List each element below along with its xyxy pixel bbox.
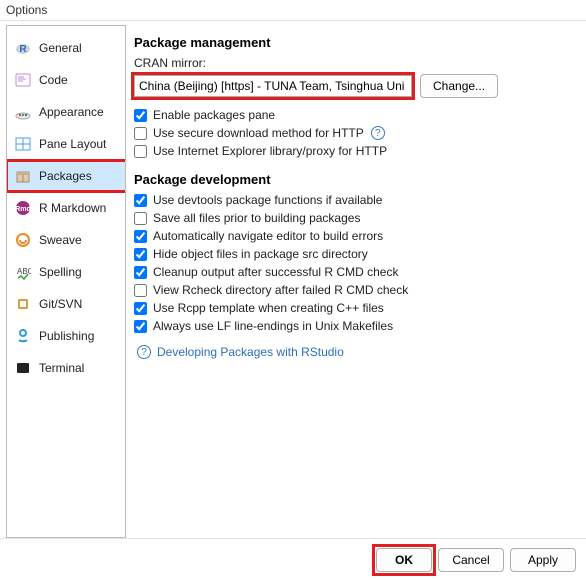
checkbox-input[interactable] — [134, 109, 147, 122]
palette-icon — [15, 104, 31, 120]
sidebar-item-packages[interactable]: Packages — [7, 160, 125, 192]
options-dialog: Options R General Code Appearance — [0, 0, 586, 580]
hide-object-files-checkbox[interactable]: Hide object files in package src directo… — [134, 247, 576, 261]
checkbox-input[interactable] — [134, 284, 147, 297]
enable-packages-pane-checkbox[interactable]: Enable packages pane — [134, 108, 576, 122]
checkbox-input[interactable] — [134, 320, 147, 333]
change-mirror-button[interactable]: Change... — [420, 74, 498, 98]
sidebar-item-label: Code — [39, 73, 68, 87]
sidebar-item-label: Publishing — [39, 329, 94, 343]
sidebar-item-label: R Markdown — [39, 201, 106, 215]
sidebar-item-label: Packages — [39, 169, 92, 183]
checkbox-label: Use Rcpp template when creating C++ file… — [153, 301, 384, 315]
terminal-icon — [15, 360, 31, 376]
sidebar-item-spelling[interactable]: ABC Spelling — [7, 256, 125, 288]
sidebar-item-label: General — [39, 41, 82, 55]
checkbox-input[interactable] — [134, 248, 147, 261]
help-icon[interactable]: ? — [371, 126, 385, 140]
sidebar-item-rmarkdown[interactable]: Rmd R Markdown — [7, 192, 125, 224]
dialog-body: R General Code Appearance P — [0, 21, 586, 538]
cran-mirror-input[interactable] — [134, 75, 412, 97]
checkbox-input[interactable] — [134, 302, 147, 315]
checkbox-label: Always use LF line-endings in Unix Makef… — [153, 319, 393, 333]
r-logo-icon: R — [15, 40, 31, 56]
git-icon — [15, 296, 31, 312]
checkbox-input[interactable] — [134, 145, 147, 158]
dialog-footer: OK Cancel Apply — [0, 538, 586, 580]
checkbox-input[interactable] — [134, 194, 147, 207]
sidebar-item-label: Git/SVN — [39, 297, 82, 311]
svg-text:R: R — [19, 44, 27, 55]
pkg-management-heading: Package management — [134, 35, 576, 50]
ok-button[interactable]: OK — [376, 548, 432, 572]
content-panel: Package management CRAN mirror: Change..… — [134, 25, 580, 538]
window-title: Options — [0, 0, 586, 21]
sweave-icon — [15, 232, 31, 248]
sidebar-item-label: Pane Layout — [39, 137, 106, 151]
dev-link-row: ? Developing Packages with RStudio — [134, 345, 576, 359]
cran-mirror-label: CRAN mirror: — [134, 56, 576, 70]
checkbox-label: Automatically navigate editor to build e… — [153, 229, 383, 243]
use-rcpp-template-checkbox[interactable]: Use Rcpp template when creating C++ file… — [134, 301, 576, 315]
spelling-icon: ABC — [15, 264, 31, 280]
ok-button-highlight: OK — [376, 548, 432, 572]
sidebar-item-code[interactable]: Code — [7, 64, 125, 96]
save-before-build-checkbox[interactable]: Save all files prior to building package… — [134, 211, 576, 225]
sidebar-item-general[interactable]: R General — [7, 32, 125, 64]
sidebar-item-label: Sweave — [39, 233, 82, 247]
auto-navigate-errors-checkbox[interactable]: Automatically navigate editor to build e… — [134, 229, 576, 243]
developing-packages-link[interactable]: Developing Packages with RStudio — [157, 345, 344, 359]
secure-download-checkbox[interactable]: Use secure download method for HTTP ? — [134, 126, 576, 140]
pkg-development-heading: Package development — [134, 172, 576, 187]
sidebar-item-appearance[interactable]: Appearance — [7, 96, 125, 128]
cran-mirror-row: Change... — [134, 74, 576, 98]
sidebar-item-pane-layout[interactable]: Pane Layout — [7, 128, 125, 160]
sidebar-item-git-svn[interactable]: Git/SVN — [7, 288, 125, 320]
checkbox-label: Save all files prior to building package… — [153, 211, 360, 225]
sidebar: R General Code Appearance P — [6, 25, 126, 538]
panes-icon — [15, 136, 31, 152]
sidebar-item-label: Spelling — [39, 265, 82, 279]
view-rcheck-dir-checkbox[interactable]: View Rcheck directory after failed R CMD… — [134, 283, 576, 297]
svg-text:Rmd: Rmd — [15, 206, 31, 213]
help-icon[interactable]: ? — [137, 345, 151, 359]
checkbox-label: Enable packages pane — [153, 108, 275, 122]
cran-mirror-highlight — [134, 75, 412, 97]
lf-line-endings-checkbox[interactable]: Always use LF line-endings in Unix Makef… — [134, 319, 576, 333]
sidebar-item-label: Terminal — [39, 361, 84, 375]
checkbox-input[interactable] — [134, 230, 147, 243]
checkbox-input[interactable] — [134, 266, 147, 279]
ie-proxy-checkbox[interactable]: Use Internet Explorer library/proxy for … — [134, 144, 576, 158]
apply-button[interactable]: Apply — [510, 548, 576, 572]
checkbox-input[interactable] — [134, 212, 147, 225]
checkbox-label: Use secure download method for HTTP — [153, 126, 364, 140]
cleanup-output-checkbox[interactable]: Cleanup output after successful R CMD ch… — [134, 265, 576, 279]
checkbox-input[interactable] — [134, 127, 147, 140]
cancel-button[interactable]: Cancel — [438, 548, 504, 572]
sidebar-item-sweave[interactable]: Sweave — [7, 224, 125, 256]
checkbox-label: Hide object files in package src directo… — [153, 247, 368, 261]
package-icon — [15, 168, 31, 184]
checkbox-label: View Rcheck directory after failed R CMD… — [153, 283, 408, 297]
svg-text:ABC: ABC — [17, 267, 31, 276]
checkbox-label: Use Internet Explorer library/proxy for … — [153, 144, 387, 158]
rmd-icon: Rmd — [15, 200, 31, 216]
checkbox-label: Cleanup output after successful R CMD ch… — [153, 265, 398, 279]
checkbox-label: Use devtools package functions if availa… — [153, 193, 382, 207]
sidebar-item-label: Appearance — [39, 105, 104, 119]
sidebar-item-publishing[interactable]: Publishing — [7, 320, 125, 352]
publish-icon — [15, 328, 31, 344]
sidebar-item-terminal[interactable]: Terminal — [7, 352, 125, 384]
code-icon — [15, 72, 31, 88]
use-devtools-checkbox[interactable]: Use devtools package functions if availa… — [134, 193, 576, 207]
